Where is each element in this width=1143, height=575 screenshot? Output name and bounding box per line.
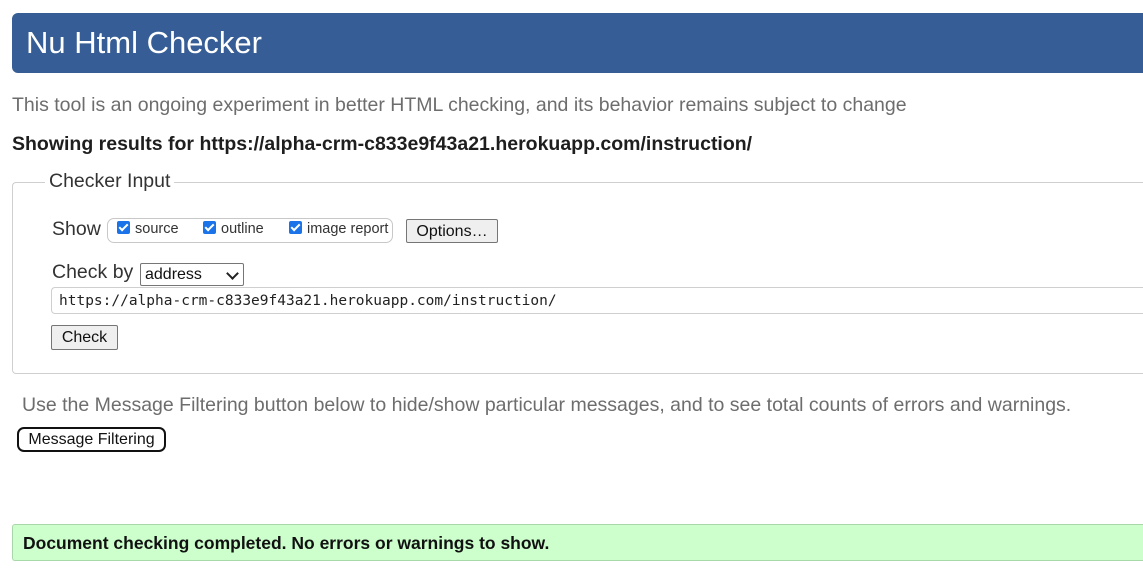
check-button[interactable]: Check xyxy=(51,325,118,350)
page-header: Nu Html Checker xyxy=(12,13,1143,73)
outline-checkbox-label: outline xyxy=(221,221,264,237)
results-url: https://alpha-crm-c833e9f43a21.herokuapp… xyxy=(199,133,753,155)
check-by-select[interactable]: address xyxy=(140,263,244,286)
show-source-option[interactable]: source xyxy=(117,221,179,237)
options-button[interactable]: Options… xyxy=(406,219,498,243)
show-label: Show xyxy=(52,218,101,240)
success-message-bar: Document checking completed. No errors o… xyxy=(12,524,1143,561)
url-input[interactable]: https://alpha-crm-c833e9f43a21.herokuapp… xyxy=(51,287,1143,314)
message-filtering-button[interactable]: Message Filtering xyxy=(17,427,166,452)
intro-text: This tool is an ongoing experiment in be… xyxy=(12,94,907,116)
source-checkbox[interactable] xyxy=(117,221,130,234)
success-message: Document checking completed. No errors o… xyxy=(23,533,550,553)
show-outline-option[interactable]: outline xyxy=(203,221,264,237)
image-report-checkbox[interactable] xyxy=(289,221,302,234)
source-checkbox-label: source xyxy=(135,221,179,237)
checker-input-legend: Checker Input xyxy=(45,170,175,193)
filtering-note: Use the Message Filtering button below t… xyxy=(22,394,1072,416)
chevron-down-icon xyxy=(226,267,239,280)
results-prefix: Showing results for xyxy=(12,133,200,155)
check-by-value: address xyxy=(145,266,202,283)
results-heading: Showing results for https://alpha-crm-c8… xyxy=(12,133,752,156)
outline-checkbox[interactable] xyxy=(203,221,216,234)
check-by-label: Check by xyxy=(52,261,134,283)
image-report-checkbox-label: image report xyxy=(307,221,389,237)
show-image-report-option[interactable]: image report xyxy=(289,221,388,237)
show-options-group: source outline image report xyxy=(107,218,393,243)
page-title: Nu Html Checker xyxy=(26,25,262,60)
